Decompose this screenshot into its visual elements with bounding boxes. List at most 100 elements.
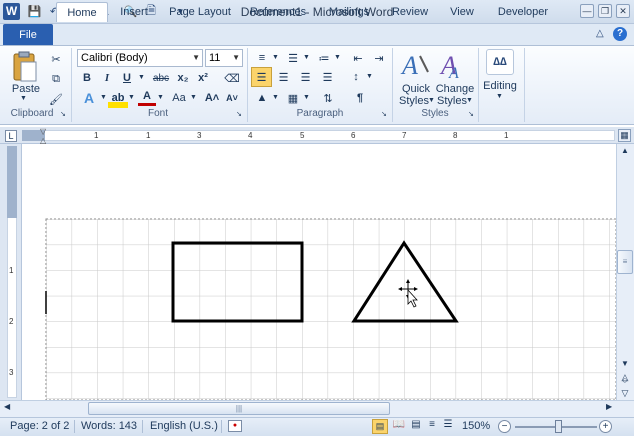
horizontal-scroll-thumb[interactable]: ||| (88, 402, 390, 415)
styles-launcher-icon[interactable]: ↘ (468, 110, 474, 118)
view-ruler-icon[interactable]: ▦ (618, 129, 631, 142)
quick-styles-dropdown-icon[interactable]: ▼ (428, 97, 435, 104)
zoom-slider-thumb[interactable] (555, 420, 562, 433)
zoom-in-icon[interactable]: + (599, 420, 612, 433)
scroll-down-icon[interactable]: ▼ (618, 359, 632, 368)
ruler-number: 1 (9, 266, 14, 275)
drawing-grid (46, 219, 616, 400)
change-styles-label[interactable]: Change (435, 83, 475, 95)
superscript-button[interactable]: x² (194, 68, 212, 88)
sort-icon[interactable]: ⇅ (318, 88, 338, 108)
align-center-icon[interactable]: ☰ (273, 67, 294, 87)
cut-icon[interactable]: ✂ (47, 49, 65, 69)
shading-dropdown-icon[interactable]: ▼ (272, 94, 279, 101)
shading-icon[interactable]: ▲ (252, 88, 272, 108)
underline-button[interactable]: U (118, 68, 136, 88)
quick-styles-label[interactable]: Quick (397, 83, 435, 95)
tab-page-layout[interactable]: Page Layout (166, 2, 234, 22)
document-page[interactable] (22, 144, 616, 400)
justify-icon[interactable]: ☰ (317, 67, 338, 87)
copy-icon[interactable]: ⧉ (47, 69, 65, 89)
group-separator (478, 48, 479, 122)
bullets-icon[interactable]: ≡ (252, 48, 272, 68)
grow-font-button[interactable]: A˄ (203, 88, 221, 108)
numbering-dropdown-icon[interactable]: ▼ (303, 54, 310, 61)
paste-icon[interactable] (10, 50, 40, 84)
status-page[interactable]: Page: 2 of 2 (10, 419, 69, 434)
drawing-canvas[interactable] (22, 144, 616, 400)
font-name-combo[interactable]: Calibri (Body) ▼ (77, 49, 203, 67)
multilevel-list-icon[interactable]: ≔ (314, 48, 334, 68)
numbering-icon[interactable]: ☰ (283, 48, 303, 68)
minimize-ribbon-icon[interactable]: △ (596, 28, 604, 39)
vertical-scroll-thumb[interactable]: ≡ (617, 250, 633, 274)
tab-home[interactable]: Home (56, 2, 108, 22)
shrink-font-button[interactable]: A˅ (223, 88, 241, 108)
quick-styles-icon[interactable]: A (400, 50, 430, 80)
scroll-left-icon[interactable]: ◀ (4, 402, 10, 411)
font-color-icon[interactable]: A (138, 88, 156, 106)
editing-dropdown-icon[interactable]: ▼ (496, 93, 503, 100)
underline-dropdown-icon[interactable]: ▼ (138, 74, 145, 81)
full-screen-reading-icon[interactable]: 📖 (391, 419, 407, 430)
align-left-icon[interactable]: ☰ (251, 67, 272, 87)
tab-review[interactable]: Review (388, 2, 432, 22)
format-painter-icon[interactable]: 🖌 (47, 89, 65, 109)
text-effects-dropdown-icon[interactable]: ▼ (100, 94, 107, 101)
print-layout-view-icon[interactable]: ▤ (372, 419, 388, 434)
tab-insert[interactable]: Insert (112, 2, 156, 22)
help-icon[interactable]: ? (613, 27, 627, 41)
increase-indent-icon[interactable]: ⇥ (369, 48, 389, 68)
status-language[interactable]: English (U.S.) (150, 419, 218, 434)
clear-formatting-icon[interactable]: ⌫ (222, 68, 242, 88)
tab-developer[interactable]: Developer (492, 2, 554, 22)
minimize-button[interactable]: — (580, 4, 594, 18)
borders-dropdown-icon[interactable]: ▼ (303, 94, 310, 101)
highlight-dropdown-icon[interactable]: ▼ (128, 94, 135, 101)
line-spacing-dropdown-icon[interactable]: ▼ (366, 73, 373, 80)
change-styles-icon[interactable]: AA (439, 50, 469, 82)
borders-icon[interactable]: ▦ (283, 88, 303, 108)
decrease-indent-icon[interactable]: ⇤ (348, 48, 368, 68)
subscript-button[interactable]: x₂ (174, 68, 192, 88)
change-case-dropdown-icon[interactable]: ▼ (190, 94, 197, 101)
line-spacing-icon[interactable]: ↕ (346, 67, 366, 87)
scroll-up-icon[interactable]: ▲ (618, 146, 632, 155)
zoom-level[interactable]: 150% (462, 419, 490, 434)
zoom-out-icon[interactable]: − (498, 420, 511, 433)
close-button[interactable]: ✕ (616, 4, 630, 18)
font-launcher-icon[interactable]: ↘ (236, 110, 242, 118)
select-browse-object-icon[interactable]: ○ (618, 375, 632, 385)
tab-file[interactable]: File (3, 24, 53, 46)
bullets-dropdown-icon[interactable]: ▼ (272, 54, 279, 61)
editing-button-label[interactable]: Editing (481, 80, 519, 92)
status-word-count[interactable]: Words: 143 (81, 419, 137, 434)
tab-mailings[interactable]: Mailings (322, 2, 376, 22)
multilevel-dropdown-icon[interactable]: ▼ (334, 54, 341, 61)
align-right-icon[interactable]: ☰ (295, 67, 316, 87)
font-color-dropdown-icon[interactable]: ▼ (157, 94, 164, 101)
strikethrough-button[interactable]: abc (150, 68, 172, 88)
paste-button-label[interactable]: Paste (9, 83, 43, 95)
highlight-icon[interactable]: ab (108, 88, 128, 108)
paste-dropdown-icon[interactable]: ▼ (20, 95, 27, 102)
font-size-combo[interactable]: 11 ▼ (205, 49, 243, 67)
scroll-right-icon[interactable]: ▶ (606, 402, 612, 411)
change-styles-dropdown-icon[interactable]: ▼ (466, 97, 473, 104)
find-binoculars-icon[interactable]: ∆∆ (486, 49, 514, 75)
next-page-icon[interactable]: ▽ (618, 388, 632, 399)
text-effects-icon[interactable]: A (78, 88, 100, 108)
restore-button[interactable]: ❐ (598, 4, 612, 18)
web-layout-view-icon[interactable]: ▤ (408, 419, 424, 430)
clipboard-launcher-icon[interactable]: ↘ (60, 110, 66, 118)
outline-view-icon[interactable]: ≡ (424, 419, 440, 430)
change-case-button[interactable]: Aa (168, 88, 190, 108)
bold-button[interactable]: B (78, 68, 96, 88)
paragraph-launcher-icon[interactable]: ↘ (381, 110, 387, 118)
show-formatting-icon[interactable]: ¶ (350, 88, 370, 108)
tab-view[interactable]: View (444, 2, 480, 22)
italic-button[interactable]: I (98, 68, 116, 88)
macro-record-icon[interactable]: ● (228, 420, 242, 432)
tab-references[interactable]: References (246, 2, 310, 22)
draft-view-icon[interactable]: ☰ (440, 419, 456, 430)
